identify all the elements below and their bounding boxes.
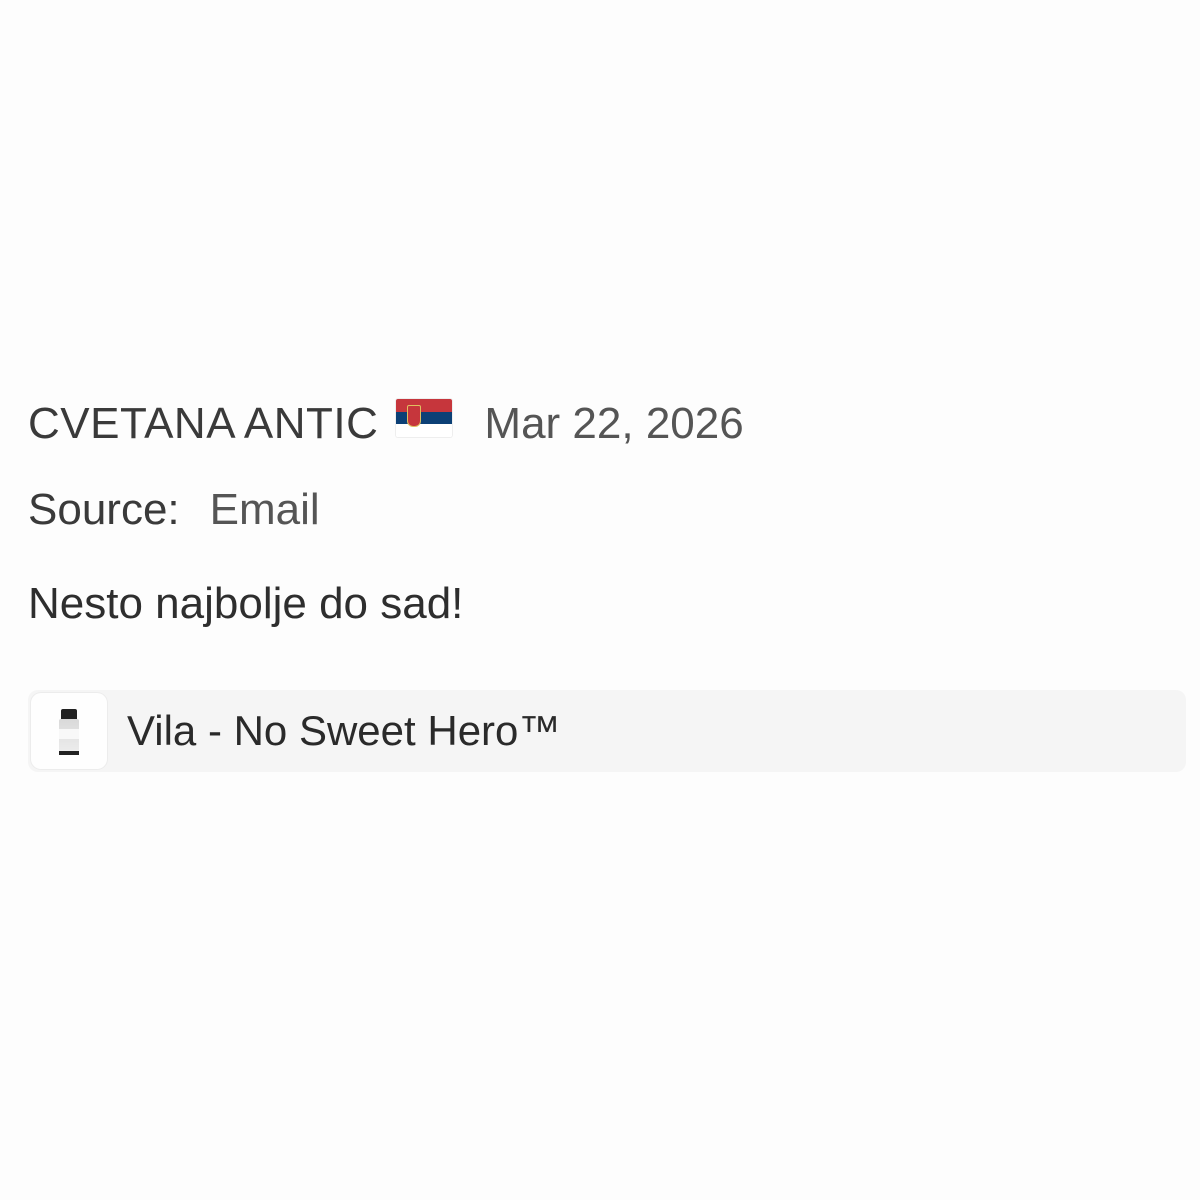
review-header: CVETANA ANTIC Mar 22, 2026 — [28, 388, 1188, 460]
review-source: Source: Email — [28, 488, 1188, 532]
review-date: Mar 22, 2026 — [484, 399, 744, 448]
supplement-jar-icon — [31, 693, 107, 769]
product-name: Vila - No Sweet Hero™ — [127, 707, 561, 754]
product-link[interactable]: Vila - No Sweet Hero™ — [28, 690, 1186, 772]
serbia-flag-icon — [396, 399, 453, 437]
reviewer-name: CVETANA ANTIC — [28, 399, 379, 448]
review-card: CVETANA ANTIC Mar 22, 2026 Source: Email… — [28, 388, 1188, 772]
review-text: Nesto najbolje do sad! — [28, 579, 464, 628]
source-label: Source: — [28, 485, 180, 534]
source-value: Email — [209, 485, 320, 534]
